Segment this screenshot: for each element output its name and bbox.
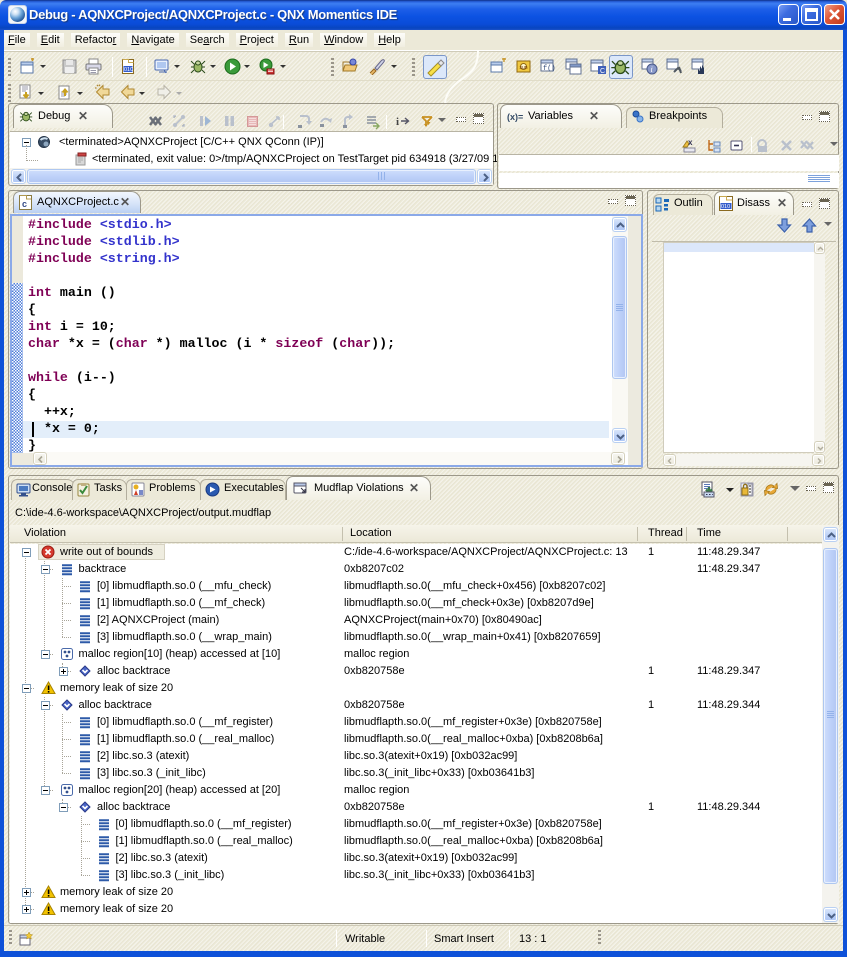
svg-text:x: x xyxy=(688,138,693,147)
svg-text:f(): f() xyxy=(543,65,556,73)
svg-text:i: i xyxy=(396,116,399,128)
svg-text:010: 010 xyxy=(124,67,133,73)
svg-text:(x)=: (x)= xyxy=(507,112,523,122)
svg-text:c: c xyxy=(22,199,27,209)
svg-text:C: C xyxy=(600,68,605,75)
svg-text:010: 010 xyxy=(721,204,730,210)
svg-text:i: i xyxy=(651,65,653,74)
svg-text:sun: sun xyxy=(520,65,528,71)
